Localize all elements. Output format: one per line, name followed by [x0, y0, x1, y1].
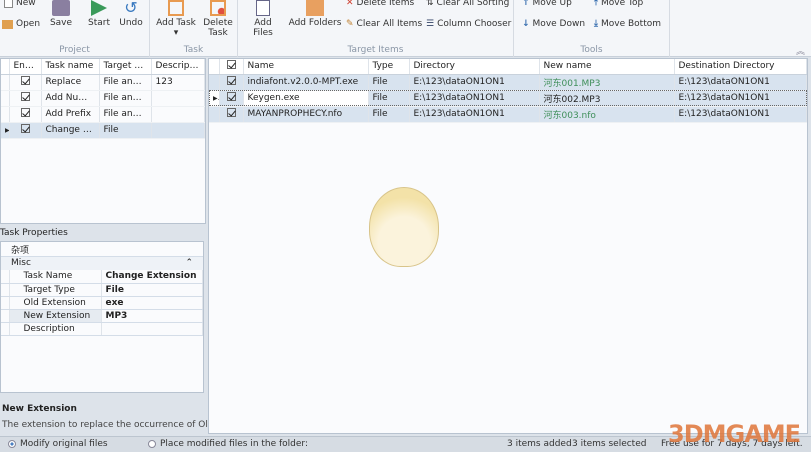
property-grid: 杂项 Misc ⌃ Task Name Change Extension Targe…: [0, 241, 204, 393]
watermark-logo: 3DMGAME: [668, 420, 801, 448]
enabled-checkbox[interactable]: [20, 76, 30, 85]
column-header-description[interactable]: Description: [151, 59, 205, 75]
row-indicator-icon: ▶: [1, 122, 10, 139]
column-header-type[interactable]: Type: [368, 59, 410, 75]
task-group: Add Task ▾ Delete Task Task: [150, 0, 238, 57]
delete-task-button[interactable]: Delete Task: [200, 0, 236, 38]
add-folder-icon: [306, 0, 324, 16]
file-row[interactable]: MAYANPROPHECY.nfo File E:\123\dataON1ON1 河东…: [209, 106, 807, 123]
target-items-group: Add Files Add Folders ✕ Delete Items ✎ Cle…: [238, 0, 514, 57]
add-task-button[interactable]: Add Task ▾: [156, 0, 196, 38]
column-header-destination[interactable]: Destination Directory: [674, 59, 807, 75]
file-checkbox[interactable]: [226, 92, 236, 101]
move-down-button[interactable]: ↓ Move Down: [522, 19, 585, 29]
file-row[interactable]: indiafont.v2.0.0-MPT.exe File E:\123\dataO…: [209, 74, 807, 91]
add-task-icon: [168, 0, 184, 16]
add-files-button[interactable]: Add Files: [244, 0, 282, 38]
columns-icon: ☰: [426, 19, 435, 29]
help-title: New Extension: [2, 404, 77, 414]
property-row[interactable]: New Extension MP3: [1, 309, 203, 323]
task-row[interactable]: Add Prefix File and F...: [1, 106, 205, 123]
task-properties-title: Task Properties: [0, 228, 68, 238]
add-file-icon: [256, 0, 270, 16]
delete-icon: ✕: [346, 0, 354, 8]
column-header-enabled[interactable]: Ena...: [9, 59, 42, 75]
start-button[interactable]: Start: [86, 0, 112, 28]
place-modified-radio[interactable]: Place modified files in the folder:: [148, 439, 308, 449]
tools-group: ↑ Move Up ↓ Move Down ⤒ Move Top ⤓ Move Bott…: [514, 0, 670, 57]
modify-original-radio[interactable]: Modify original files: [8, 439, 108, 449]
property-row[interactable]: Old Extension exe: [1, 296, 203, 310]
column-header-name[interactable]: Name: [243, 59, 369, 75]
project-group: New Open Save Start ↺ Undo Project: [0, 0, 150, 57]
move-bottom-button[interactable]: ⤓ Move Bottom: [594, 19, 661, 29]
folder-icon: [2, 19, 13, 29]
property-row[interactable]: Task Name Change Extension: [1, 270, 203, 284]
category-misc[interactable]: Misc ⌃: [1, 257, 203, 270]
clear-all-sorting-button[interactable]: ⇅ Clear All Sorting: [426, 0, 509, 8]
arrow-top-icon: ⤒: [594, 0, 598, 8]
play-icon: [91, 0, 107, 16]
file-row[interactable]: ▶ Keygen.exe File E:\123\dataON1ON1 河东002.MP…: [209, 90, 807, 107]
help-text: The extension to replace the occurrence …: [2, 420, 217, 430]
task-row[interactable]: Add Nume... File and F...: [1, 90, 205, 107]
row-indicator-icon: ▶: [209, 90, 220, 107]
clear-all-items-button[interactable]: ✎ Clear All Items: [346, 19, 422, 29]
column-chooser-button[interactable]: ☰ Column Chooser: [426, 19, 511, 29]
task-list: Ena... Task name Target ty... Description R…: [0, 58, 206, 224]
save-button[interactable]: Save: [48, 0, 74, 28]
task-row[interactable]: Replace File and F... 123: [1, 74, 205, 91]
broom-icon: ✎: [346, 19, 354, 29]
enabled-checkbox[interactable]: [20, 92, 30, 101]
select-all-checkbox[interactable]: [226, 60, 236, 70]
column-header-task-name[interactable]: Task name: [41, 59, 100, 75]
move-up-button[interactable]: ↑ Move Up: [522, 0, 572, 8]
collapse-icon[interactable]: ⌃: [185, 258, 193, 269]
items-added-count: 3 items added: [507, 439, 572, 449]
task-row[interactable]: ▶Change Ex...File: [1, 122, 205, 139]
enabled-checkbox[interactable]: [20, 124, 30, 133]
open-button[interactable]: Open: [2, 19, 40, 29]
undo-button[interactable]: ↺ Undo: [118, 0, 144, 28]
new-button[interactable]: New: [4, 0, 36, 8]
property-row[interactable]: Target Type File: [1, 283, 203, 297]
mascot-image: [369, 187, 439, 267]
delete-task-icon: [210, 0, 226, 16]
items-selected-count: 3 items selected: [572, 439, 647, 449]
save-icon: [52, 0, 70, 16]
arrow-down-icon: ↓: [522, 19, 530, 29]
sort-icon: ⇅: [426, 0, 434, 8]
column-header-new-name[interactable]: New name: [539, 59, 675, 75]
undo-icon: ↺: [124, 0, 138, 17]
collapse-ribbon-icon[interactable]: ︽: [796, 44, 805, 57]
ribbon: New Open Save Start ↺ Undo Project Add Ta…: [0, 0, 811, 57]
file-checkbox[interactable]: [226, 76, 236, 85]
column-header-directory[interactable]: Directory: [409, 59, 540, 75]
arrow-bottom-icon: ⤓: [594, 19, 598, 29]
new-icon: [4, 0, 13, 8]
column-header-target-type[interactable]: Target ty...: [99, 59, 152, 75]
move-top-button[interactable]: ⤒ Move Top: [594, 0, 643, 8]
file-checkbox[interactable]: [226, 108, 236, 117]
delete-items-button[interactable]: ✕ Delete Items: [346, 0, 414, 8]
dropdown-arrow-icon: ▾: [173, 28, 179, 38]
file-list: Name Type Directory New name Destination Dir…: [208, 58, 808, 434]
enabled-checkbox[interactable]: [20, 108, 30, 117]
arrow-up-icon: ↑: [522, 0, 530, 8]
property-row[interactable]: Description: [1, 322, 203, 336]
category-cn: 杂项: [1, 242, 203, 257]
add-folders-button[interactable]: Add Folders: [288, 0, 342, 28]
